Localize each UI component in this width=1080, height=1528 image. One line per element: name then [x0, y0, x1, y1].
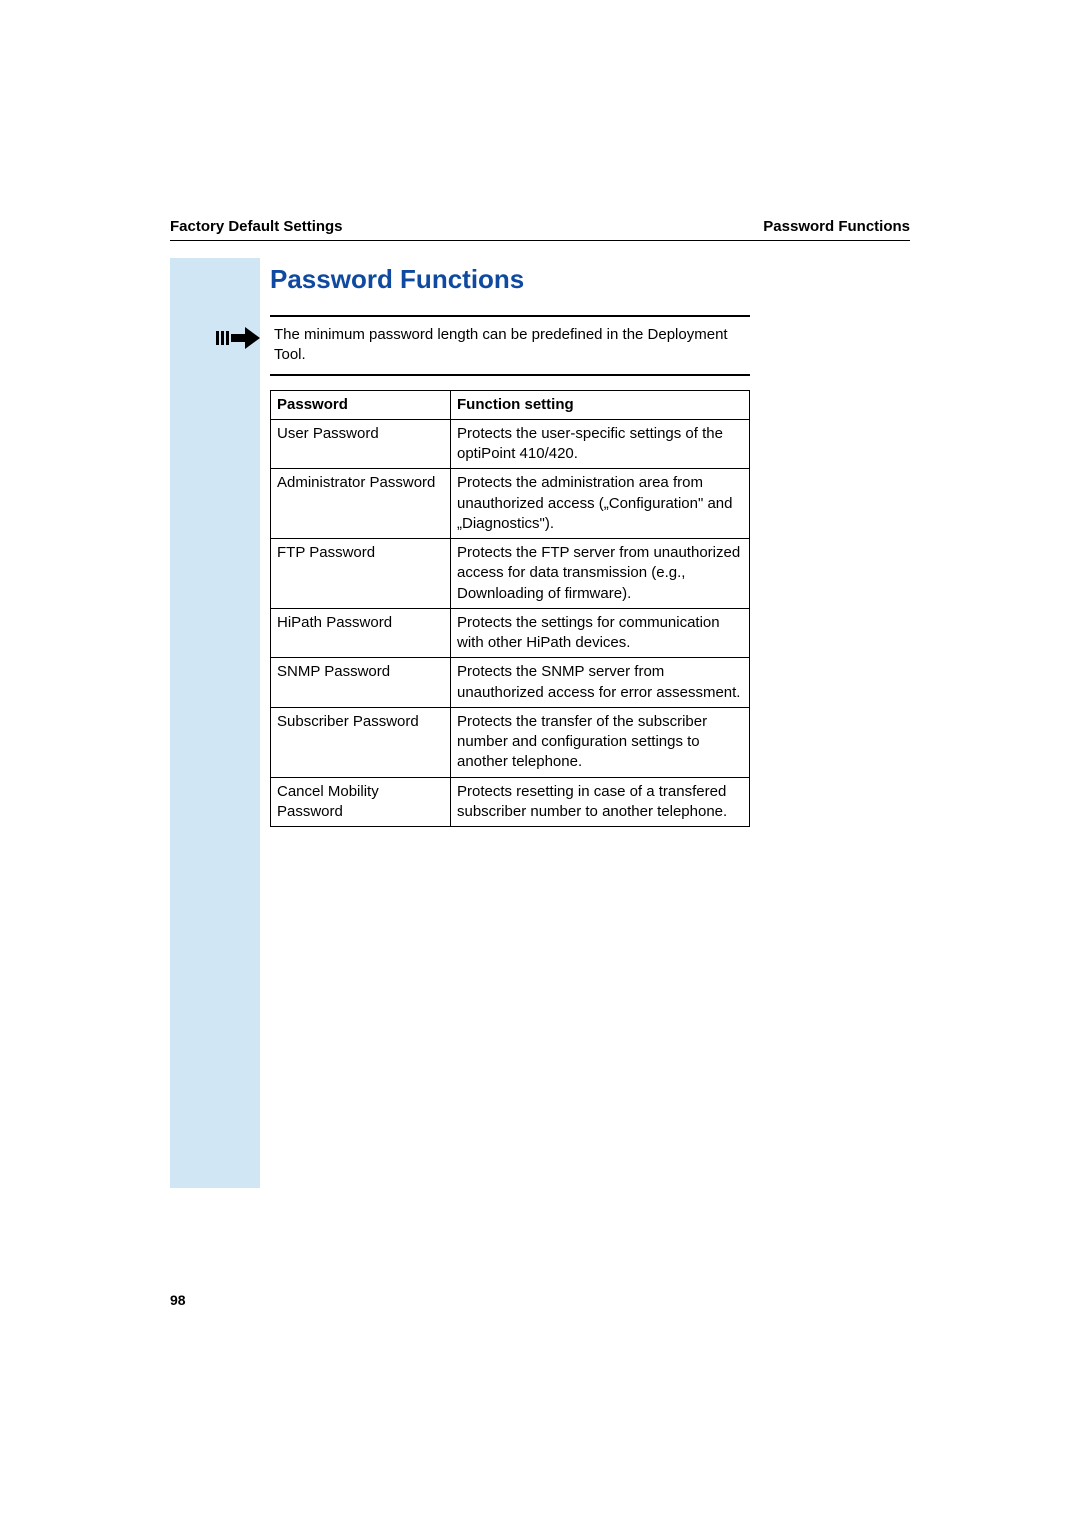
password-name: FTP Password	[271, 539, 451, 609]
password-function: Protects resetting in case of a transfer…	[451, 777, 750, 827]
note-text: The minimum password length can be prede…	[274, 325, 750, 366]
password-name: Subscriber Password	[271, 707, 451, 777]
header-left: Factory Default Settings	[170, 218, 343, 235]
running-header: Factory Default Settings Password Functi…	[170, 218, 910, 235]
note-arrow-icon	[214, 325, 262, 349]
password-name: SNMP Password	[271, 658, 451, 708]
content-area: Password Functions The minimum password …	[270, 258, 750, 827]
table-row: Cancel Mobility Password Protects resett…	[271, 777, 750, 827]
password-function: Protects the transfer of the subscriber …	[451, 707, 750, 777]
password-name: User Password	[271, 419, 451, 469]
password-table: Password Function setting User Password …	[270, 390, 750, 828]
table-header-password: Password	[271, 390, 451, 419]
table-header-row: Password Function setting	[271, 390, 750, 419]
section-title: Password Functions	[270, 264, 750, 295]
password-name: Cancel Mobility Password	[271, 777, 451, 827]
header-right: Password Functions	[763, 218, 910, 235]
table-row: HiPath Password Protects the settings fo…	[271, 608, 750, 658]
table-row: SNMP Password Protects the SNMP server f…	[271, 658, 750, 708]
password-function: Protects the administration area from un…	[451, 469, 750, 539]
table-row: User Password Protects the user-specific…	[271, 419, 750, 469]
table-row: Administrator Password Protects the admi…	[271, 469, 750, 539]
note-box: The minimum password length can be prede…	[270, 315, 750, 376]
table-row: FTP Password Protects the FTP server fro…	[271, 539, 750, 609]
password-function: Protects the SNMP server from unauthoriz…	[451, 658, 750, 708]
page-number: 98	[170, 1292, 186, 1308]
password-function: Protects the settings for communication …	[451, 608, 750, 658]
header-rule	[170, 240, 910, 241]
password-name: Administrator Password	[271, 469, 451, 539]
password-function: Protects the FTP server from unauthorize…	[451, 539, 750, 609]
password-name: HiPath Password	[271, 608, 451, 658]
left-sidebar-band	[170, 258, 260, 1188]
page: Factory Default Settings Password Functi…	[0, 0, 1080, 1528]
table-row: Subscriber Password Protects the transfe…	[271, 707, 750, 777]
password-function: Protects the user-specific settings of t…	[451, 419, 750, 469]
table-header-function: Function setting	[451, 390, 750, 419]
